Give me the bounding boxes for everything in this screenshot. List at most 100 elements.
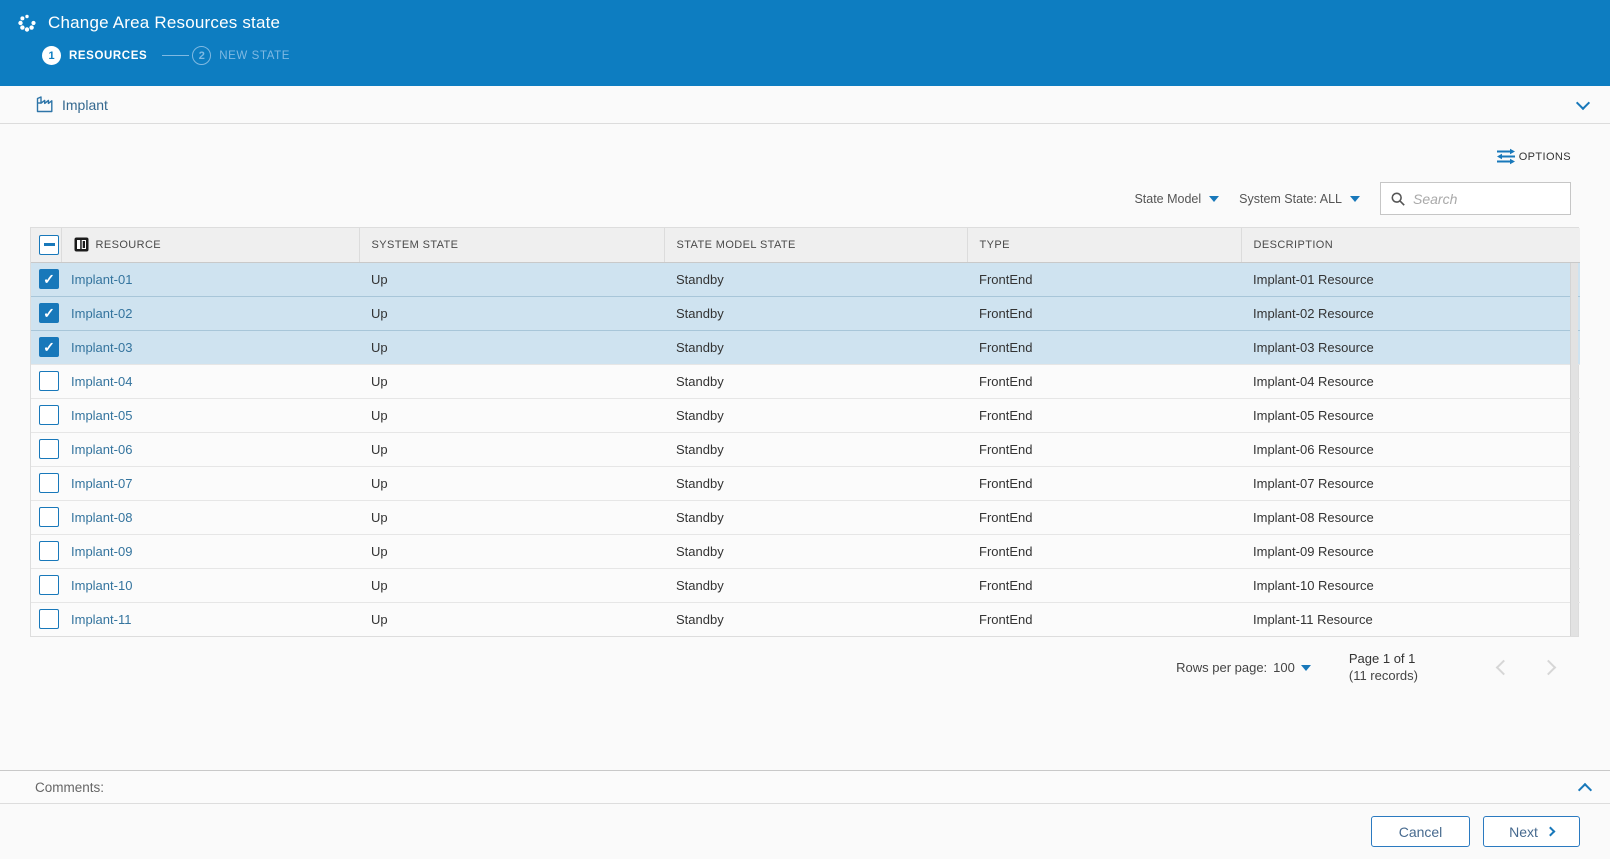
group-bar: Implant — [0, 86, 1610, 124]
column-header-description[interactable]: DESCRIPTION — [1241, 228, 1580, 262]
table-row[interactable]: Implant-04 Up Standby FrontEnd Implant-0… — [31, 364, 1580, 398]
step-resources[interactable]: 1 RESOURCES — [42, 46, 147, 65]
resource-name[interactable]: Implant-06 — [61, 432, 359, 466]
state-model-state-value: Standby — [664, 364, 967, 398]
next-page-chevron-right-icon[interactable] — [1541, 660, 1557, 676]
state-model-state-value: Standby — [664, 398, 967, 432]
type-value: FrontEnd — [967, 568, 1241, 602]
search-icon — [1390, 191, 1406, 207]
row-checkbox[interactable] — [39, 405, 59, 425]
table-row[interactable]: Implant-05 Up Standby FrontEnd Implant-0… — [31, 398, 1580, 432]
previous-page-chevron-left-icon[interactable] — [1496, 660, 1512, 676]
table-row[interactable]: Implant-11 Up Standby FrontEnd Implant-1… — [31, 602, 1580, 636]
cancel-button[interactable]: Cancel — [1371, 816, 1470, 847]
state-model-state-value: Standby — [664, 262, 967, 296]
resource-name[interactable]: Implant-02 — [61, 296, 359, 330]
rows-per-page-dropdown[interactable]: Rows per page: 100 — [1176, 660, 1311, 675]
description-value: Implant-11 Resource — [1241, 602, 1580, 636]
description-value: Implant-09 Resource — [1241, 534, 1580, 568]
rows-per-page-label: Rows per page: — [1176, 660, 1267, 675]
resource-name[interactable]: Implant-08 — [61, 500, 359, 534]
search-input[interactable] — [1413, 191, 1561, 207]
resource-name[interactable]: Implant-03 — [61, 330, 359, 364]
state-model-state-value: Standby — [664, 534, 967, 568]
resource-name[interactable]: Implant-04 — [61, 364, 359, 398]
step-connector — [162, 55, 189, 56]
dialog-title: Change Area Resources state — [48, 13, 280, 33]
options-button[interactable]: OPTIONS — [1519, 151, 1571, 163]
state-model-state-value: Standby — [664, 500, 967, 534]
table-row[interactable]: Implant-08 Up Standby FrontEnd Implant-0… — [31, 500, 1580, 534]
state-model-state-value: Standby — [664, 432, 967, 466]
next-button[interactable]: Next — [1483, 816, 1580, 847]
system-state-value: Up — [359, 602, 664, 636]
system-state-value: Up — [359, 466, 664, 500]
table-body: ✓ Implant-01 Up Standby FrontEnd Implant… — [31, 262, 1580, 636]
row-checkbox[interactable] — [39, 575, 59, 595]
group-collapse-chevron-down-icon[interactable] — [1576, 95, 1590, 109]
page-info: Page 1 of 1 (11 records) — [1349, 651, 1418, 685]
system-state-value: Up — [359, 330, 664, 364]
system-state-value: Up — [359, 500, 664, 534]
description-value: Implant-04 Resource — [1241, 364, 1580, 398]
system-state-value: Up — [359, 364, 664, 398]
description-value: Implant-03 Resource — [1241, 330, 1580, 364]
options-sliders-icon[interactable] — [1495, 148, 1517, 165]
pagination: Rows per page: 100 Page 1 of 1 (11 recor… — [0, 651, 1560, 685]
table-row[interactable]: ✓ Implant-02 Up Standby FrontEnd Implant… — [31, 296, 1580, 330]
type-value: FrontEnd — [967, 534, 1241, 568]
change-state-icon — [17, 13, 37, 33]
system-state-value: Up — [359, 262, 664, 296]
select-all-checkbox[interactable] — [39, 235, 59, 255]
column-header-state-model-state[interactable]: STATE MODEL STATE — [664, 228, 967, 262]
system-state-dropdown[interactable]: System State: ALL — [1239, 192, 1360, 206]
table-row[interactable]: Implant-06 Up Standby FrontEnd Implant-0… — [31, 432, 1580, 466]
row-checkbox[interactable] — [39, 371, 59, 391]
table-row[interactable]: Implant-09 Up Standby FrontEnd Implant-0… — [31, 534, 1580, 568]
type-value: FrontEnd — [967, 330, 1241, 364]
row-checkbox[interactable] — [39, 439, 59, 459]
row-checkbox[interactable] — [39, 473, 59, 493]
resource-name[interactable]: Implant-11 — [61, 602, 359, 636]
search-box[interactable] — [1380, 182, 1571, 215]
comments-bar: Comments: — [0, 770, 1610, 803]
description-value: Implant-02 Resource — [1241, 296, 1580, 330]
column-header-system-state[interactable]: SYSTEM STATE — [359, 228, 664, 262]
description-value: Implant-05 Resource — [1241, 398, 1580, 432]
system-state-label: System State: ALL — [1239, 192, 1342, 206]
row-checkbox[interactable] — [39, 541, 59, 561]
table-row[interactable]: Implant-10 Up Standby FrontEnd Implant-1… — [31, 568, 1580, 602]
main-content: OPTIONS State Model System State: ALL — [0, 124, 1610, 770]
caret-down-icon — [1301, 665, 1311, 671]
resource-name[interactable]: Implant-09 — [61, 534, 359, 568]
row-checkbox[interactable] — [39, 507, 59, 527]
select-all-header-cell[interactable] — [31, 228, 61, 262]
description-value: Implant-10 Resource — [1241, 568, 1580, 602]
resource-name[interactable]: Implant-10 — [61, 568, 359, 602]
table-row[interactable]: Implant-07 Up Standby FrontEnd Implant-0… — [31, 466, 1580, 500]
table-scrollbar[interactable] — [1570, 263, 1578, 636]
type-value: FrontEnd — [967, 500, 1241, 534]
column-header-type[interactable]: TYPE — [967, 228, 1241, 262]
step-new-state[interactable]: 2 NEW STATE — [192, 46, 290, 65]
resource-name[interactable]: Implant-07 — [61, 466, 359, 500]
column-header-resource[interactable]: RESOURCE — [61, 228, 359, 262]
group-label: Implant — [62, 97, 108, 113]
factory-icon — [35, 95, 54, 114]
type-value: FrontEnd — [967, 296, 1241, 330]
table-row[interactable]: ✓ Implant-01 Up Standby FrontEnd Implant… — [31, 262, 1580, 296]
row-checkbox[interactable]: ✓ — [39, 337, 59, 357]
state-model-dropdown[interactable]: State Model — [1134, 192, 1219, 206]
comments-label: Comments: — [35, 780, 104, 795]
row-checkbox[interactable] — [39, 609, 59, 629]
step-2-label: NEW STATE — [219, 50, 290, 62]
resource-name[interactable]: Implant-01 — [61, 262, 359, 296]
description-value: Implant-08 Resource — [1241, 500, 1580, 534]
comments-collapse-chevron-up-icon[interactable] — [1578, 782, 1592, 796]
type-value: FrontEnd — [967, 466, 1241, 500]
table-row[interactable]: ✓ Implant-03 Up Standby FrontEnd Implant… — [31, 330, 1580, 364]
resource-name[interactable]: Implant-05 — [61, 398, 359, 432]
footer-bar: Cancel Next — [0, 803, 1610, 859]
row-checkbox[interactable]: ✓ — [39, 269, 59, 289]
row-checkbox[interactable]: ✓ — [39, 303, 59, 323]
